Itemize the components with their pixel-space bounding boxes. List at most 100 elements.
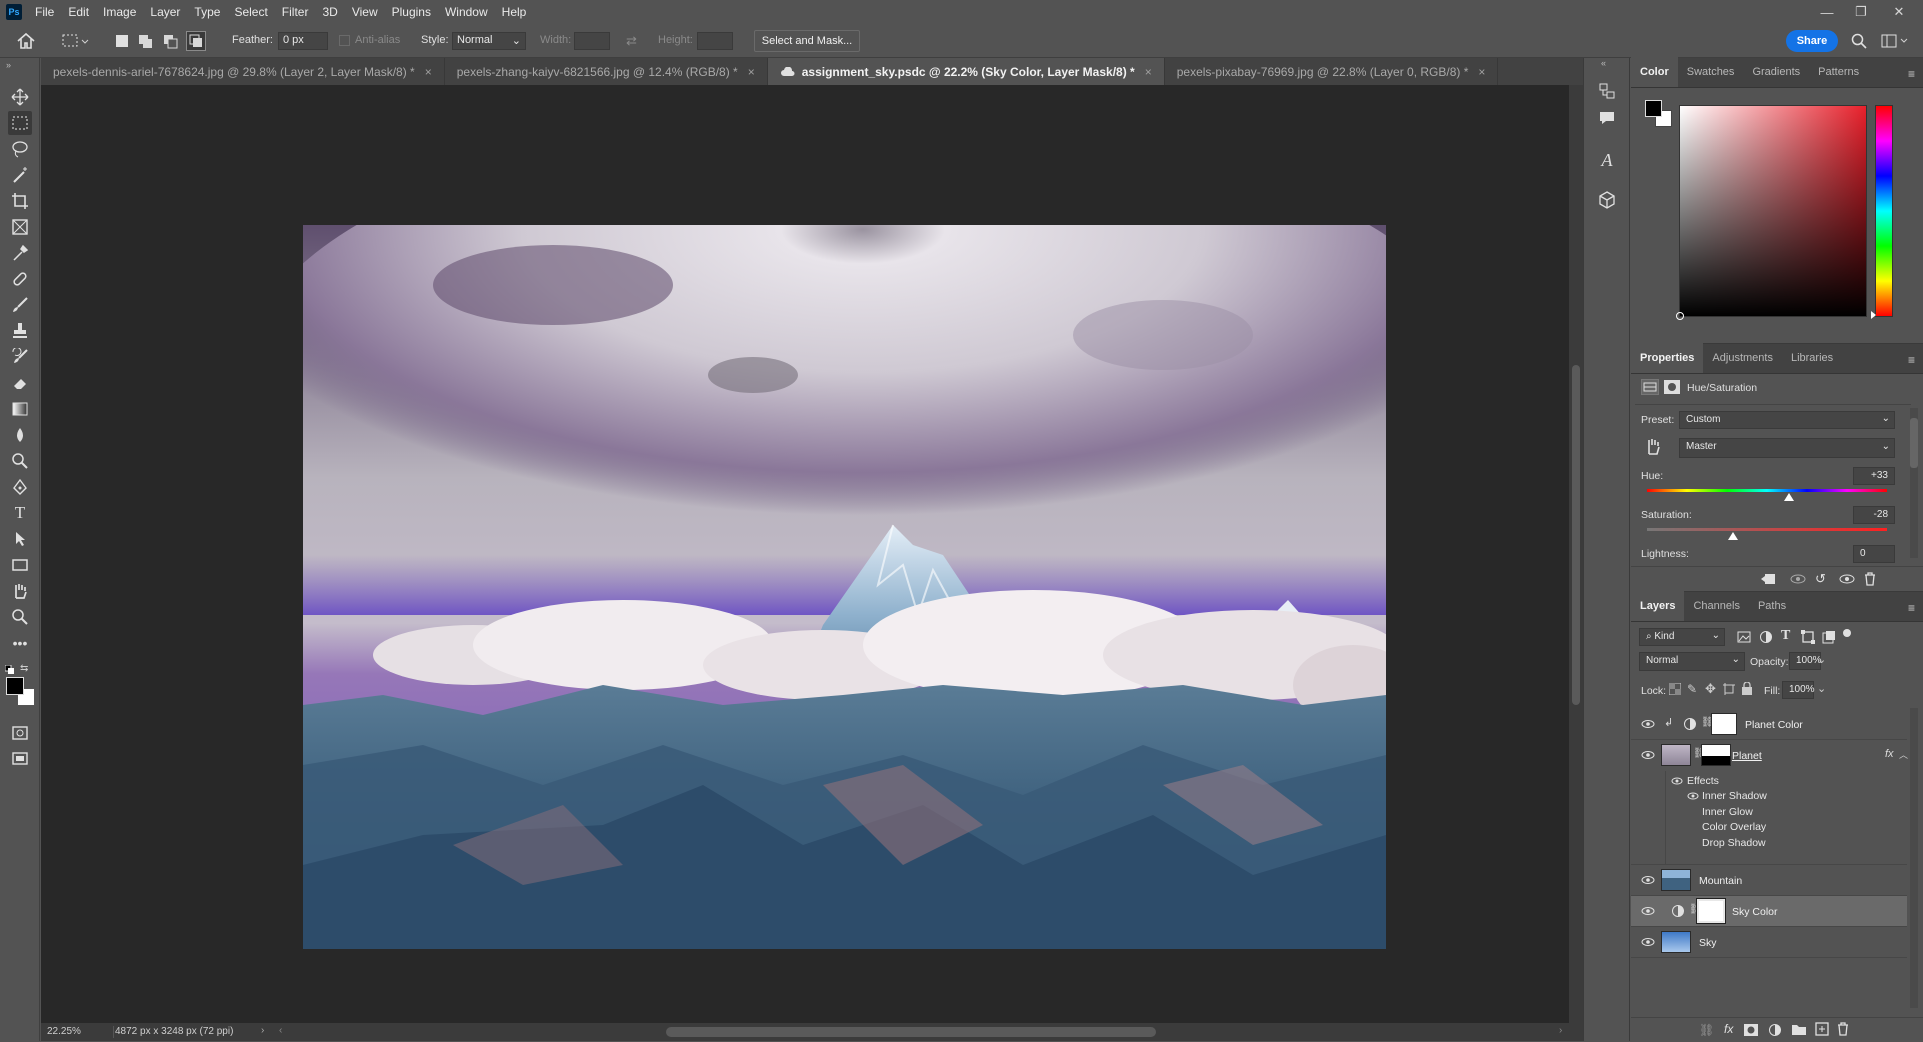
close-tab-icon[interactable]: ×: [425, 65, 432, 79]
search-icon[interactable]: [1851, 33, 1867, 49]
marquee-tool-preset-icon[interactable]: [61, 32, 89, 50]
visibility-eye-icon[interactable]: [1641, 935, 1655, 949]
hue-slider[interactable]: [1875, 105, 1893, 317]
effect-inner-shadow[interactable]: Inner Shadow: [1702, 790, 1767, 802]
zoom-level[interactable]: 22.25%: [47, 1026, 81, 1037]
effects-visibility-icon[interactable]: [1671, 775, 1683, 790]
reset-adjustment-icon[interactable]: ↺: [1815, 571, 1826, 587]
fg-bg-swatches[interactable]: [1645, 100, 1673, 128]
view-previous-state-icon[interactable]: [1789, 572, 1807, 589]
clip-to-layer-icon[interactable]: [1760, 572, 1776, 589]
tab-adjustments[interactable]: Adjustments: [1703, 343, 1782, 373]
tab-color[interactable]: Color: [1631, 57, 1678, 87]
scroll-right-icon[interactable]: ›: [1559, 1025, 1562, 1036]
new-adjustment-layer-icon[interactable]: [1768, 1023, 1782, 1040]
effect-visibility-icon[interactable]: [1687, 790, 1699, 805]
menu-file[interactable]: File: [28, 0, 61, 24]
delete-adjustment-icon[interactable]: [1863, 572, 1877, 589]
panel-menu-icon[interactable]: ≡: [1908, 67, 1915, 81]
delete-layer-icon[interactable]: [1836, 1022, 1850, 1039]
lock-image-pixels-icon[interactable]: ✎: [1687, 682, 1697, 696]
menu-3d[interactable]: 3D: [315, 0, 344, 24]
layer-mask-thumbnail[interactable]: [1696, 898, 1726, 924]
document-image[interactable]: [303, 225, 1386, 949]
saturation-handle[interactable]: [1728, 532, 1739, 540]
zoom-tool-icon[interactable]: [8, 605, 32, 629]
properties-scrollbar[interactable]: [1910, 408, 1918, 558]
layer-mask-thumbnail[interactable]: [1711, 713, 1737, 735]
hue-value-input[interactable]: +33: [1853, 467, 1895, 485]
eraser-tool-icon[interactable]: [8, 371, 32, 395]
layer-thumbnail[interactable]: [1661, 931, 1691, 953]
tab-swatches[interactable]: Swatches: [1678, 57, 1744, 87]
layer-row-planet[interactable]: ⛓ Planet fx ︿: [1631, 740, 1908, 771]
dodge-tool-icon[interactable]: [8, 449, 32, 473]
hue-track[interactable]: [1647, 489, 1887, 501]
layer-thumbnail[interactable]: [1661, 869, 1691, 891]
menu-layer[interactable]: Layer: [143, 0, 187, 24]
new-selection-icon[interactable]: [116, 35, 128, 47]
fx-badge[interactable]: fx: [1885, 748, 1894, 760]
lock-position-icon[interactable]: ✥: [1705, 681, 1716, 697]
lock-all-icon[interactable]: [1741, 681, 1753, 698]
screen-mode-icon[interactable]: [8, 747, 32, 771]
channel-select[interactable]: Master ⌄: [1679, 438, 1895, 458]
filter-type-icon[interactable]: T: [1781, 628, 1790, 644]
link-layers-icon[interactable]: ⛓: [1699, 1023, 1714, 1037]
layer-row-planet-color[interactable]: ↲ ⛓ Planet Color: [1631, 709, 1907, 740]
collapse-panels-icon[interactable]: «: [1601, 58, 1606, 68]
more-tools-icon[interactable]: •••: [8, 631, 32, 655]
panel-menu-icon[interactable]: ≡: [1908, 353, 1915, 367]
home-icon[interactable]: [16, 32, 36, 50]
crop-tool-icon[interactable]: [8, 189, 32, 213]
menu-select[interactable]: Select: [227, 0, 274, 24]
visibility-eye-icon[interactable]: [1641, 717, 1655, 731]
foreground-color-chip[interactable]: [1645, 100, 1662, 117]
filter-pixel-icon[interactable]: [1737, 630, 1751, 647]
vertical-scroll-thumb[interactable]: [1572, 365, 1580, 705]
menu-image[interactable]: Image: [96, 0, 143, 24]
path-selection-tool-icon[interactable]: [8, 527, 32, 551]
close-tab-icon[interactable]: ×: [1478, 65, 1485, 79]
history-brush-tool-icon[interactable]: [8, 345, 32, 369]
history-panel-icon[interactable]: [1596, 80, 1618, 102]
minimize-icon[interactable]: —: [1809, 0, 1845, 24]
workspace-switcher-icon[interactable]: [1881, 33, 1909, 49]
fill-input[interactable]: 100%: [1782, 681, 1815, 699]
close-tab-icon[interactable]: ×: [1145, 65, 1152, 79]
add-layer-style-icon[interactable]: fx: [1724, 1022, 1733, 1036]
tab-patterns[interactable]: Patterns: [1809, 57, 1868, 87]
add-to-selection-icon[interactable]: [139, 35, 152, 48]
quick-mask-icon[interactable]: [8, 721, 32, 745]
tab-paths[interactable]: Paths: [1749, 591, 1795, 621]
type-tool-icon[interactable]: T: [8, 501, 32, 525]
filter-smart-object-icon[interactable]: [1822, 630, 1836, 647]
visibility-eye-icon[interactable]: [1641, 873, 1655, 887]
visibility-eye-icon[interactable]: [1641, 748, 1655, 762]
horizontal-scroll-thumb[interactable]: [666, 1027, 1156, 1037]
style-select[interactable]: Normal ⌄: [452, 32, 526, 50]
layer-filter-kind-select[interactable]: ⌕ Kind ⌄: [1639, 628, 1725, 646]
scroll-left-icon[interactable]: ‹: [279, 1025, 282, 1036]
lasso-tool-icon[interactable]: [8, 137, 32, 161]
frame-tool-icon[interactable]: [8, 215, 32, 239]
layer-mask-icon[interactable]: [1663, 379, 1681, 395]
saturation-value-input[interactable]: -28: [1853, 506, 1895, 524]
lock-artboard-icon[interactable]: [1723, 683, 1735, 698]
blend-mode-select[interactable]: Normal ⌄: [1639, 652, 1745, 671]
chevron-down-icon[interactable]: ⌄: [1817, 682, 1826, 695]
effect-inner-glow[interactable]: Inner Glow: [1702, 806, 1753, 818]
status-menu-icon[interactable]: ›: [261, 1025, 264, 1036]
select-and-mask-button[interactable]: Select and Mask...: [754, 30, 860, 52]
menu-edit[interactable]: Edit: [61, 0, 96, 24]
new-layer-icon[interactable]: [1815, 1022, 1829, 1039]
targeted-adjustment-hand-icon[interactable]: [1643, 436, 1663, 456]
tab-document-3[interactable]: assignment_sky.psdc @ 22.2% (Sky Color, …: [767, 58, 1165, 85]
comments-panel-icon[interactable]: [1596, 107, 1618, 129]
lock-transparent-pixels-icon[interactable]: [1668, 682, 1682, 698]
effects-label[interactable]: Effects: [1687, 775, 1719, 787]
menu-window[interactable]: Window: [438, 0, 495, 24]
adjustment-layer-icon[interactable]: [1641, 379, 1659, 395]
close-tab-icon[interactable]: ×: [748, 65, 755, 79]
layers-scrollbar[interactable]: [1910, 708, 1918, 1008]
